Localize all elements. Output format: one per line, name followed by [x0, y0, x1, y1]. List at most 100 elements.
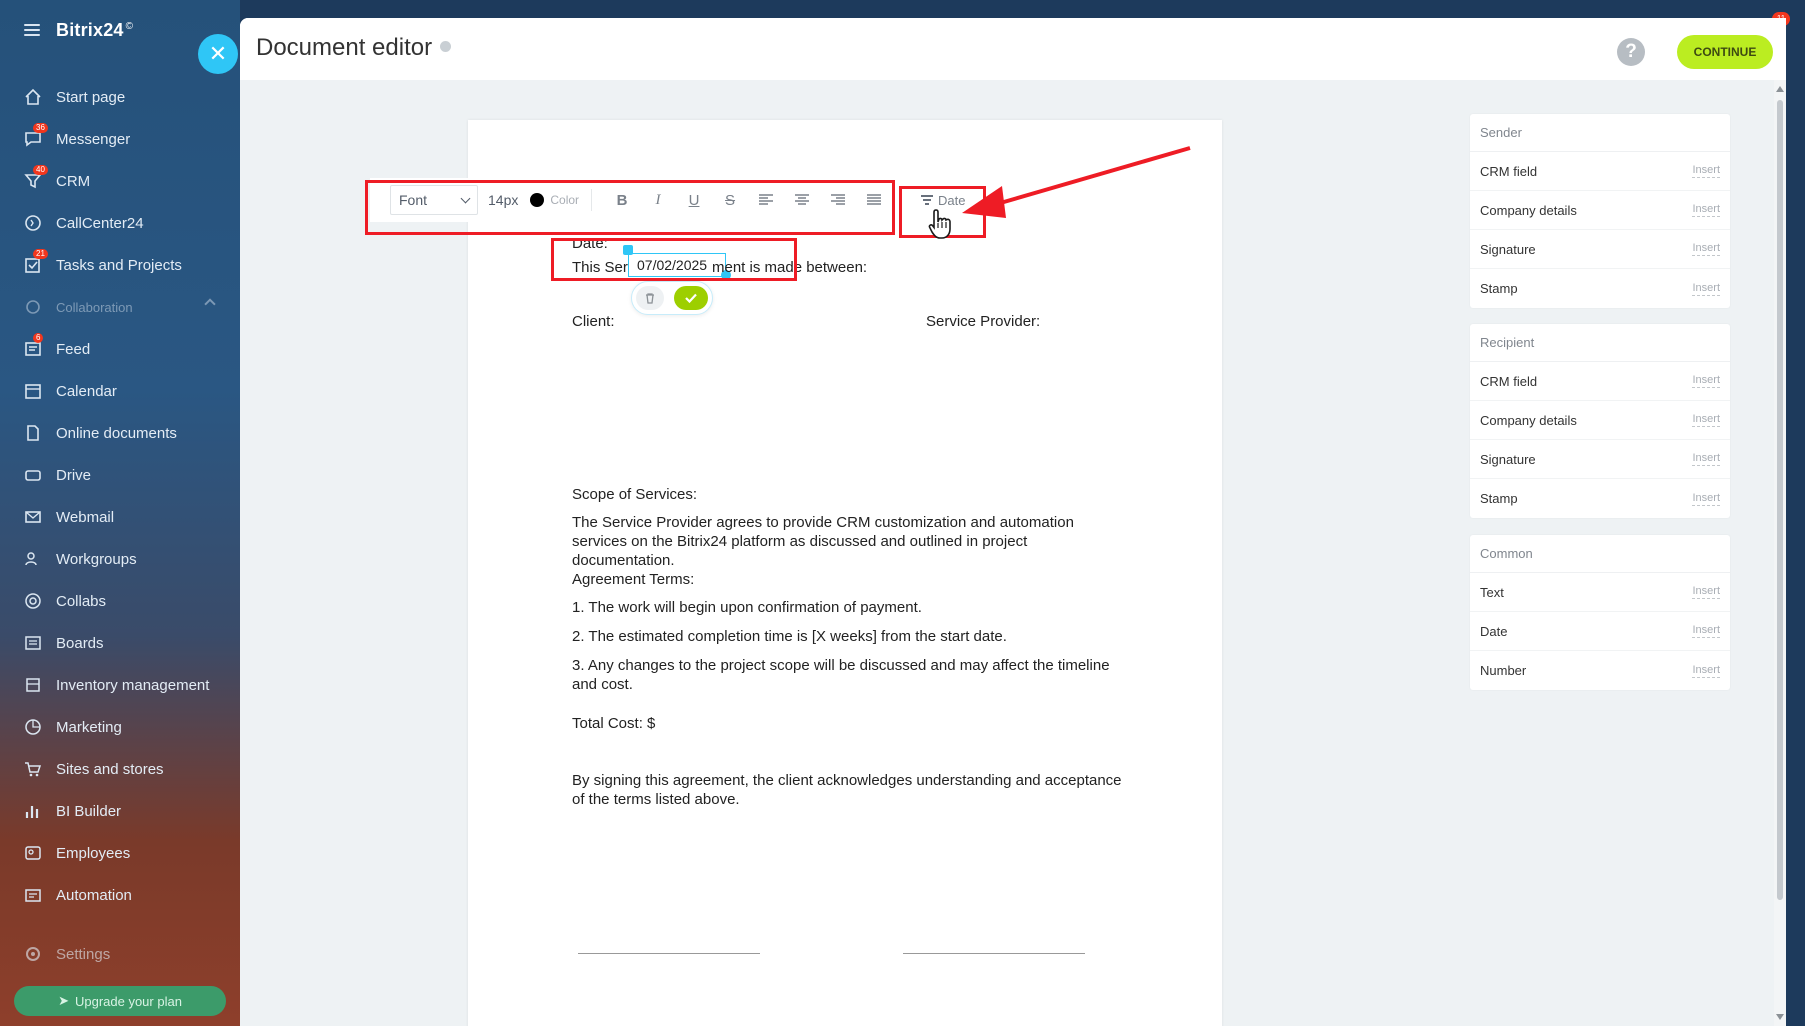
- trash-icon: [646, 293, 654, 304]
- font-size-select[interactable]: 14px: [488, 192, 518, 208]
- confirm-field-button[interactable]: [674, 286, 708, 310]
- insert-link[interactable]: Insert: [1692, 374, 1720, 388]
- delete-field-button[interactable]: [636, 286, 664, 310]
- tasks-count-badge: 21: [33, 249, 48, 259]
- insert-link[interactable]: Insert: [1692, 242, 1720, 256]
- insert-link[interactable]: Insert: [1692, 203, 1720, 217]
- insert-row-company-details[interactable]: Company details Insert: [1470, 401, 1730, 440]
- sidebar-item-workgroups[interactable]: Workgroups: [0, 538, 240, 580]
- sidebar-item-drive[interactable]: Drive: [0, 454, 240, 496]
- sidebar-item-label: BI Builder: [56, 802, 122, 820]
- sidebar-item-calendar[interactable]: Calendar: [0, 370, 240, 412]
- sidebar-item-webmail[interactable]: Webmail: [0, 496, 240, 538]
- align-center-icon: [795, 194, 810, 205]
- sidebar-item-label: Feed: [56, 340, 91, 358]
- insert-row-crm-field[interactable]: CRM field Insert: [1470, 362, 1730, 401]
- employees-icon: [24, 844, 42, 862]
- sidebar-item-marketing[interactable]: Marketing: [0, 706, 240, 748]
- service-provider-label: Service Provider:: [926, 313, 1041, 330]
- insert-row-date[interactable]: Date Insert: [1470, 612, 1730, 651]
- insert-link[interactable]: Insert: [1692, 492, 1720, 506]
- insert-row-crm-field[interactable]: CRM field Insert: [1470, 152, 1730, 191]
- sidebar-item-employees[interactable]: Employees: [0, 832, 240, 874]
- chevron-up-icon: [204, 298, 216, 310]
- sidebar-item-label: Tasks and Projects: [56, 256, 182, 274]
- sidebar-item-start-page[interactable]: Start page: [0, 76, 240, 118]
- insert-link[interactable]: Insert: [1692, 664, 1720, 678]
- scroll-up-icon[interactable]: [1776, 86, 1784, 92]
- closing-text: By signing this agreement, the client ac…: [572, 772, 1122, 808]
- page-title: Document editor: [256, 34, 452, 62]
- insert-link[interactable]: Insert: [1692, 585, 1720, 599]
- sidebar-item-crm[interactable]: 40 CRM: [0, 160, 240, 202]
- sidebar-item-boards[interactable]: Boards: [0, 622, 240, 664]
- sidebar-item-automation[interactable]: Automation: [0, 874, 240, 916]
- sidebar-item-sites-and-stores[interactable]: Sites and stores: [0, 748, 240, 790]
- close-icon: ✕: [208, 41, 228, 66]
- insert-row-text[interactable]: Text Insert: [1470, 573, 1730, 612]
- sidebar-item-callcenter24[interactable]: CallCenter24: [0, 202, 240, 244]
- scroll-thumb[interactable]: [1777, 100, 1783, 900]
- document-icon: [24, 424, 42, 442]
- sidebar-item-collabs[interactable]: Collabs: [0, 580, 240, 622]
- insert-row-number[interactable]: Number Insert: [1470, 651, 1730, 690]
- sidebar-item-label: Collabs: [56, 592, 107, 610]
- sidebar-item-label: Online documents: [56, 424, 177, 442]
- help-button[interactable]: ?: [1617, 38, 1645, 66]
- align-left-button[interactable]: [748, 192, 784, 208]
- insert-link[interactable]: Insert: [1692, 164, 1720, 178]
- insert-row-company-details[interactable]: Company details Insert: [1470, 191, 1730, 230]
- insert-link[interactable]: Insert: [1692, 282, 1720, 296]
- align-right-button[interactable]: [820, 192, 856, 208]
- chart-icon: [24, 802, 42, 820]
- sidebar-item-messenger[interactable]: 36 Messenger: [0, 118, 240, 160]
- font-select[interactable]: Font: [390, 185, 478, 215]
- hand-cursor-icon: [928, 209, 951, 239]
- color-label[interactable]: Color: [550, 193, 579, 207]
- sidebar-item-tasks-and-projects[interactable]: 21 Tasks and Projects: [0, 244, 240, 286]
- color-swatch[interactable]: [530, 193, 545, 207]
- panel-scrollbar[interactable]: [1774, 80, 1786, 1026]
- insert-link[interactable]: Insert: [1692, 452, 1720, 466]
- insert-row-label: Company details: [1480, 202, 1577, 218]
- insert-link[interactable]: Insert: [1692, 624, 1720, 638]
- align-center-button[interactable]: [784, 192, 820, 208]
- insert-row-stamp[interactable]: Stamp Insert: [1470, 479, 1730, 518]
- sidebar-item-inventory-management[interactable]: Inventory management: [0, 664, 240, 706]
- automation-icon: [24, 886, 42, 904]
- brand-logo[interactable]: Bitrix24 ©: [56, 20, 133, 41]
- collab-icon: [24, 298, 42, 316]
- marketing-icon: [24, 718, 42, 736]
- sidebar-item-bi-builder[interactable]: BI Builder: [0, 790, 240, 832]
- upgrade-plan-button[interactable]: ➤ Upgrade your plan: [14, 986, 226, 1016]
- italic-button[interactable]: I: [640, 192, 676, 209]
- menu-icon[interactable]: [24, 24, 40, 36]
- insert-link[interactable]: Insert: [1692, 413, 1720, 427]
- align-left-icon: [759, 194, 774, 205]
- sidebar-item-online-documents[interactable]: Online documents: [0, 412, 240, 454]
- continue-button[interactable]: CONTINUE: [1677, 35, 1773, 69]
- insert-row-signature[interactable]: Signature Insert: [1470, 230, 1730, 269]
- insert-row-label: Text: [1480, 584, 1504, 600]
- sidebar-item-label: Employees: [56, 844, 131, 862]
- scroll-down-icon[interactable]: [1776, 1014, 1784, 1020]
- chevron-down-icon: [460, 193, 471, 203]
- insert-row-stamp[interactable]: Stamp Insert: [1470, 269, 1730, 308]
- insert-group-title: Recipient: [1470, 324, 1730, 362]
- insert-row-signature[interactable]: Signature Insert: [1470, 440, 1730, 479]
- sidebar-item-settings[interactable]: Settings: [24, 945, 110, 963]
- field-handle-top-left[interactable]: [623, 245, 633, 255]
- sidebar-item-label: Boards: [56, 634, 104, 652]
- bold-button[interactable]: B: [604, 192, 640, 209]
- close-slider-button[interactable]: ✕: [198, 34, 238, 74]
- scope-text: The Service Provider agrees to provide C…: [572, 514, 1074, 569]
- date-format-button[interactable]: Date: [920, 193, 966, 208]
- sidebar-item-label: CRM: [56, 172, 91, 190]
- sidebar-section-collaboration[interactable]: Collaboration: [0, 286, 240, 328]
- document-page[interactable]: Date: 07/02/2025 This Ser ment is made b…: [468, 120, 1222, 1026]
- sidebar-item-feed[interactable]: 6 Feed: [0, 328, 240, 370]
- underline-button[interactable]: U: [676, 192, 712, 209]
- info-icon[interactable]: [440, 41, 452, 52]
- strikethrough-button[interactable]: S: [712, 192, 748, 209]
- align-justify-button[interactable]: [856, 192, 892, 208]
